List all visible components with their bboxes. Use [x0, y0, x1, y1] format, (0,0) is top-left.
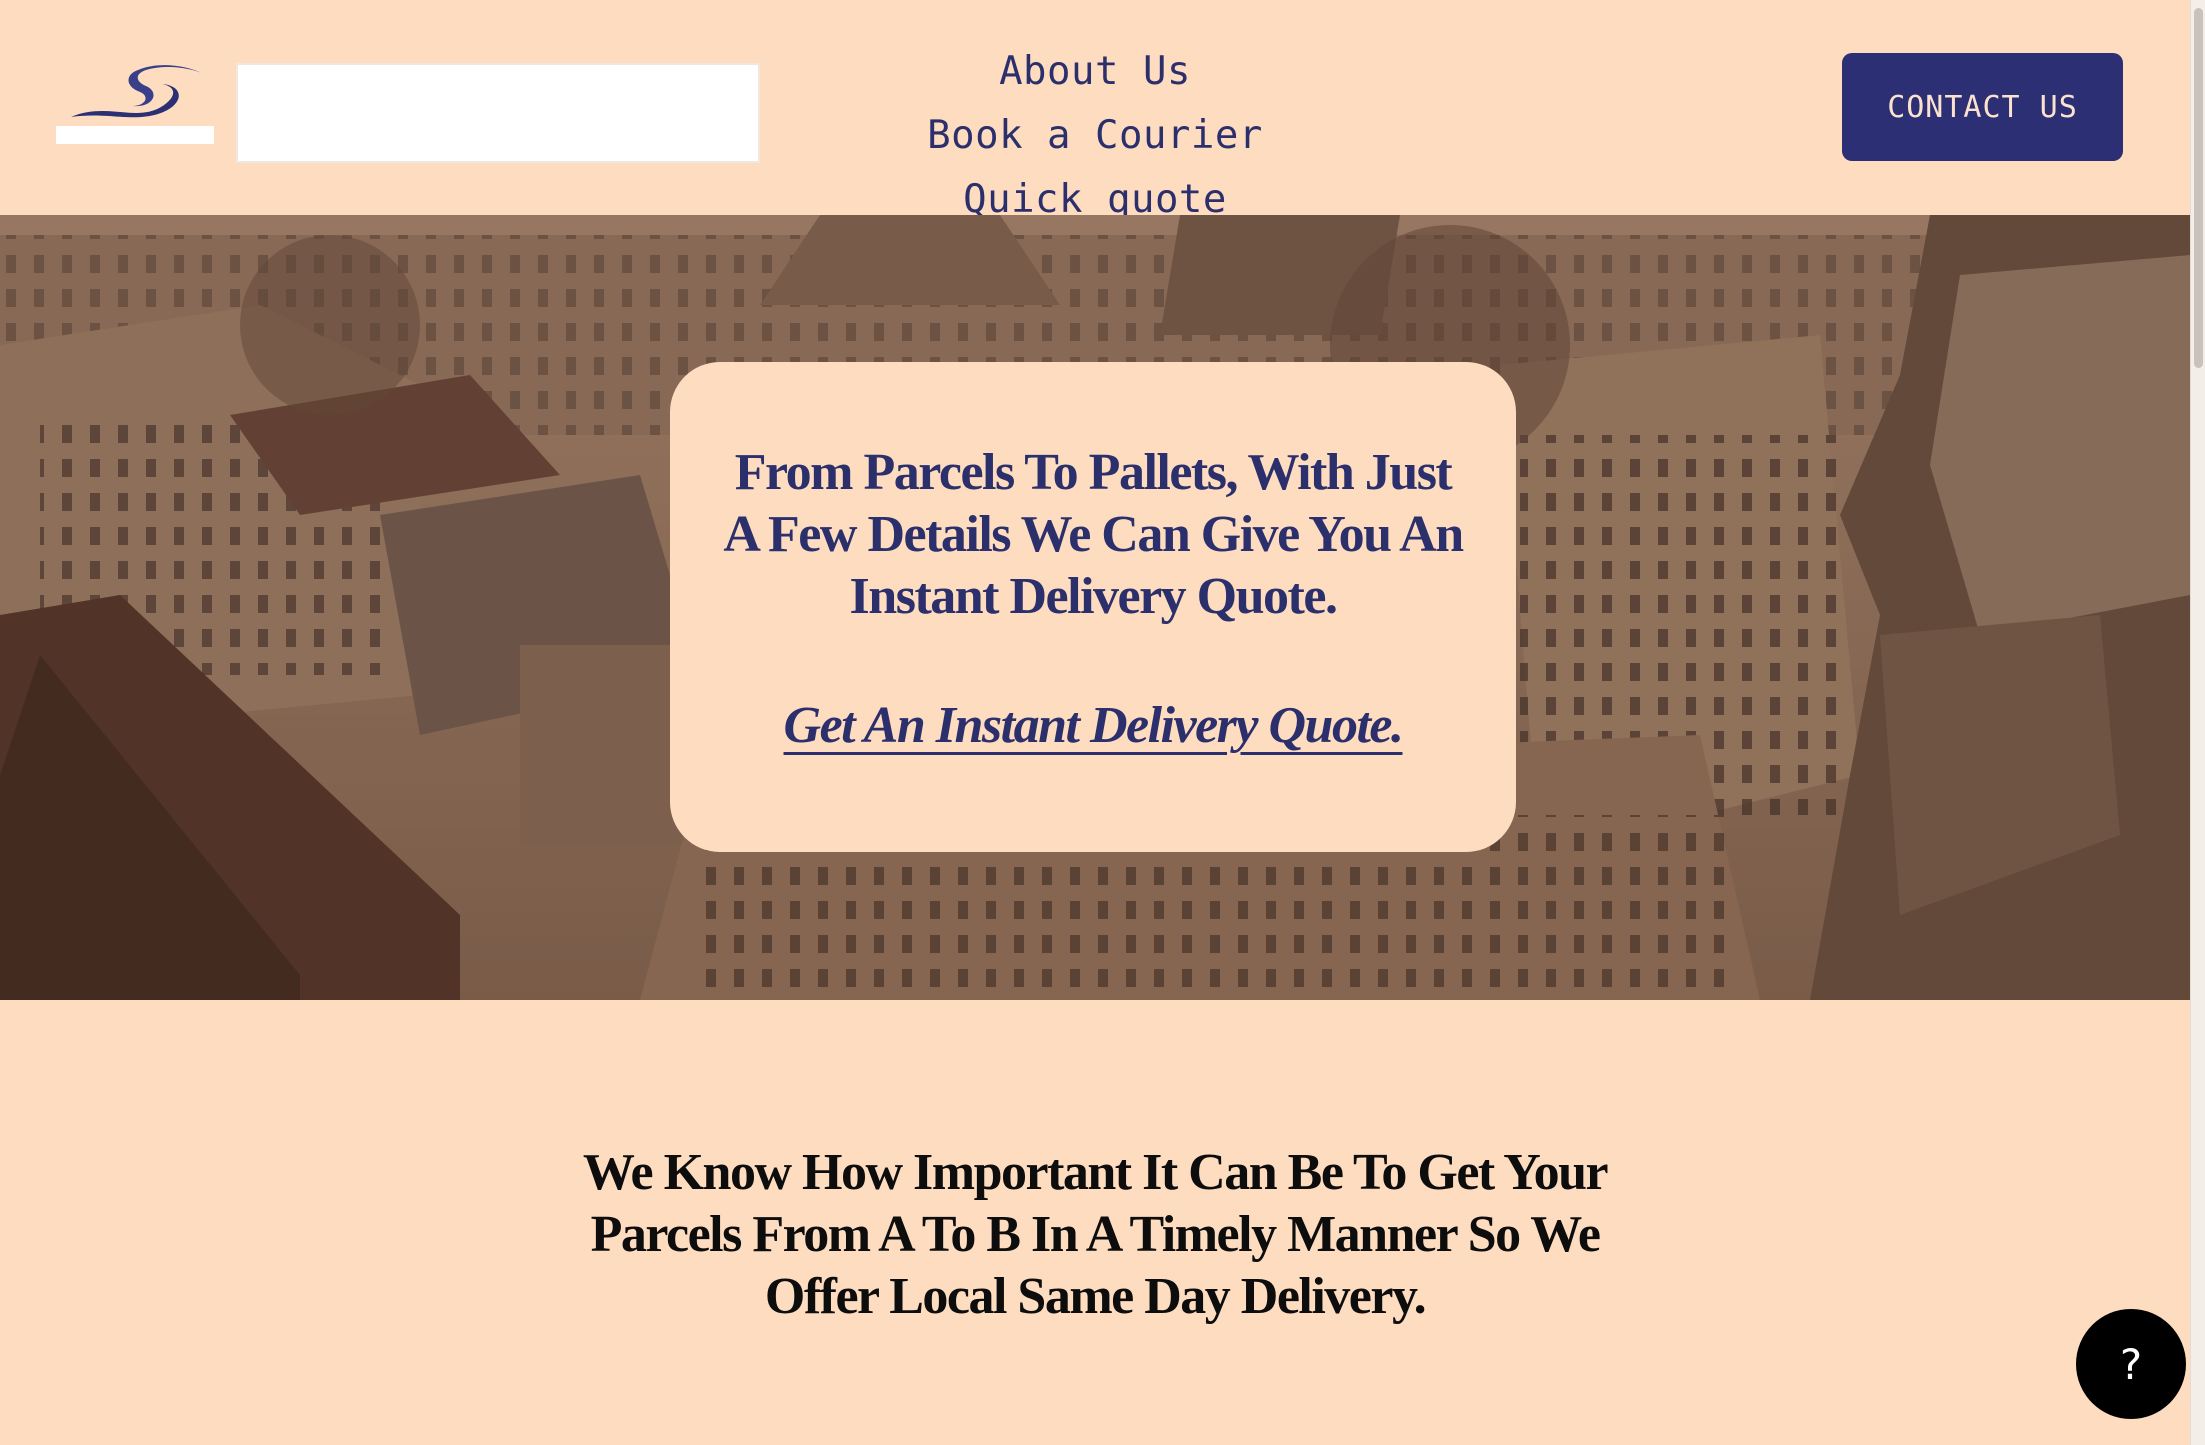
- site-logo[interactable]: [56, 62, 214, 144]
- hero-title: From Parcels To Pallets, With Just A Few…: [723, 444, 1464, 625]
- site-name-field: [236, 63, 760, 163]
- question-mark-icon: ?: [2119, 1339, 2143, 1389]
- instant-quote-link[interactable]: Get An Instant Delivery Quote.: [784, 696, 1404, 755]
- scrollbar-thumb[interactable]: [2194, 8, 2203, 368]
- nav-item-about-us[interactable]: About Us: [999, 49, 1191, 94]
- swoosh-logo-icon: [71, 65, 204, 118]
- help-button[interactable]: ?: [2076, 1309, 2186, 1419]
- intro-section: We Know How Important It Can Be To Get Y…: [0, 1000, 2190, 1445]
- logo-underline: [56, 126, 214, 144]
- hero-banner: From Parcels To Pallets, With Just A Few…: [0, 215, 2190, 1000]
- section-title: We Know How Important It Can Be To Get Y…: [582, 1144, 1609, 1325]
- contact-us-button[interactable]: CONTACT US: [1842, 53, 2123, 161]
- site-header: About Us Book a Courier Quick quote CONT…: [0, 0, 2190, 222]
- quote-card: From Parcels To Pallets, With Just A Few…: [670, 362, 1516, 852]
- main-nav: About Us Book a Courier Quick quote: [800, 40, 1390, 232]
- nav-item-book-a-courier[interactable]: Book a Courier: [927, 113, 1263, 158]
- page-scrollbar[interactable]: [2190, 0, 2205, 1445]
